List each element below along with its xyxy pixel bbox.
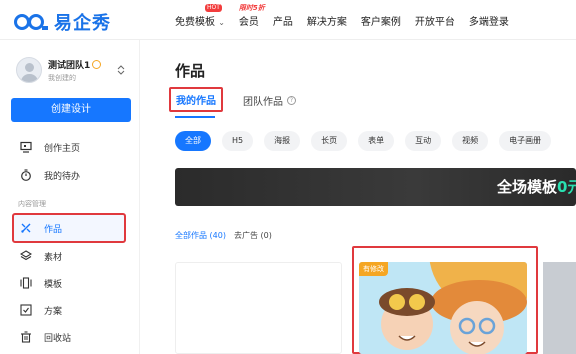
- checkbox-icon: [20, 304, 32, 316]
- sidebar-item-plans[interactable]: 方案: [20, 301, 62, 319]
- banner-text-highlight: 0元: [557, 178, 576, 196]
- sidebar-item-materials[interactable]: 素材: [20, 247, 62, 265]
- team-subtitle: 我创建的: [48, 73, 76, 82]
- help-icon[interactable]: ?: [287, 96, 296, 105]
- sort-arrows-icon: [117, 65, 125, 75]
- nav-multi-login[interactable]: 多端登录: [469, 13, 509, 28]
- crown-icon: [92, 59, 102, 69]
- work-card[interactable]: 有修改: [359, 262, 527, 354]
- count-no-ads[interactable]: 去广告 (0): [234, 230, 272, 241]
- avatar: [16, 57, 42, 83]
- sidebar-item-label: 素材: [44, 252, 63, 263]
- team-selector[interactable]: 测试团队1 我创建的: [16, 57, 102, 83]
- team-info: 测试团队1 我创建的: [48, 58, 102, 83]
- filter-form[interactable]: 表单: [358, 131, 395, 151]
- promo-badge: 限时5折: [238, 4, 265, 12]
- top-navbar: 易企秀 免费模板 ⌄ HOT 会员 限时5折 产品 解决方案 客户案例 开放平台…: [0, 0, 576, 40]
- sidebar-item-todo[interactable]: 我的待办: [20, 166, 80, 184]
- tab-my-works[interactable]: 我的作品: [169, 87, 223, 112]
- nav-free-templates-label: 免费模板: [175, 17, 215, 28]
- works-icon: [20, 222, 32, 234]
- sidebar-item-label: 作品: [44, 224, 63, 235]
- banner-text-main: 全场模板: [497, 178, 558, 196]
- sidebar-item-trash[interactable]: 回收站: [20, 328, 71, 346]
- works-counts: 全部作品 (40) 去广告 (0): [175, 230, 272, 241]
- main-content: 作品 我的作品 团队作品 ? 全部 H5 海报 长页 表单 互动 视频 电子画册…: [141, 40, 576, 354]
- modified-badge: 有修改: [359, 262, 388, 276]
- logo-icon: [14, 14, 48, 30]
- filter-video[interactable]: 视频: [452, 131, 489, 151]
- sidebar-item-label: 模板: [44, 279, 63, 290]
- filter-long-page[interactable]: 长页: [311, 131, 348, 151]
- layers-icon: [20, 250, 32, 262]
- filter-all[interactable]: 全部: [175, 131, 211, 151]
- timer-icon: [20, 169, 32, 181]
- tab-team-works-label: 团队作品: [243, 97, 283, 108]
- page-title: 作品: [175, 62, 206, 80]
- team-name-row: 测试团队1: [48, 58, 102, 71]
- template-icon: [20, 277, 32, 289]
- filter-interactive[interactable]: 互动: [405, 131, 442, 151]
- nav-cases[interactable]: 客户案例: [361, 13, 401, 28]
- create-design-button[interactable]: 创建设计: [11, 98, 131, 122]
- team-name: 测试团队1: [48, 60, 91, 71]
- sidebar-item-label: 回收站: [44, 333, 72, 344]
- sidebar: 测试团队1 我创建的 创建设计 创作主页 我的待办 内容管理 作品 素材 模板 …: [0, 40, 140, 354]
- promo-banner[interactable]: 全场模板0元: [175, 168, 576, 206]
- nav-open-platform[interactable]: 开放平台: [415, 13, 455, 28]
- nav-products[interactable]: 产品: [273, 13, 293, 28]
- filter-ebook[interactable]: 电子画册: [499, 131, 552, 151]
- chevron-down-icon: ⌄: [218, 18, 225, 27]
- brand-logo[interactable]: 易企秀: [14, 9, 111, 35]
- filter-h5[interactable]: H5: [222, 131, 254, 151]
- banner-text: 全场模板0元: [497, 176, 576, 197]
- sidebar-item-works[interactable]: 作品: [12, 213, 126, 243]
- sidebar-item-home[interactable]: 创作主页: [20, 138, 80, 156]
- nav-membership[interactable]: 会员 限时5折: [238, 4, 265, 28]
- sidebar-item-label: 方案: [44, 306, 63, 317]
- nav-free-templates[interactable]: 免费模板 ⌄ HOT: [175, 4, 225, 28]
- sidebar-item-label: 创作主页: [44, 143, 81, 154]
- active-tab-indicator: [175, 116, 215, 118]
- brand-name: 易企秀: [54, 13, 111, 34]
- count-all-works[interactable]: 全部作品 (40): [175, 230, 226, 241]
- sidebar-group-label: 内容管理: [18, 200, 46, 208]
- work-card-partial[interactable]: [543, 262, 576, 354]
- nav-membership-label: 会员: [238, 17, 259, 28]
- nav-solutions[interactable]: 解决方案: [307, 13, 347, 28]
- new-work-card[interactable]: [175, 262, 342, 354]
- sidebar-item-templates[interactable]: 模板: [20, 274, 62, 292]
- trash-icon: [20, 331, 32, 343]
- main-nav: 免费模板 ⌄ HOT 会员 限时5折 产品 解决方案 客户案例 开放平台 多端登…: [175, 4, 523, 28]
- filter-chips: 全部 H5 海报 长页 表单 互动 视频 电子画册: [175, 131, 562, 151]
- hot-badge: HOT: [205, 4, 222, 12]
- sidebar-item-label: 我的待办: [44, 171, 81, 182]
- monitor-icon: [20, 141, 32, 153]
- tab-team-works[interactable]: 团队作品 ?: [243, 93, 296, 108]
- filter-poster[interactable]: 海报: [264, 131, 301, 151]
- switch-team-icon[interactable]: [117, 65, 125, 77]
